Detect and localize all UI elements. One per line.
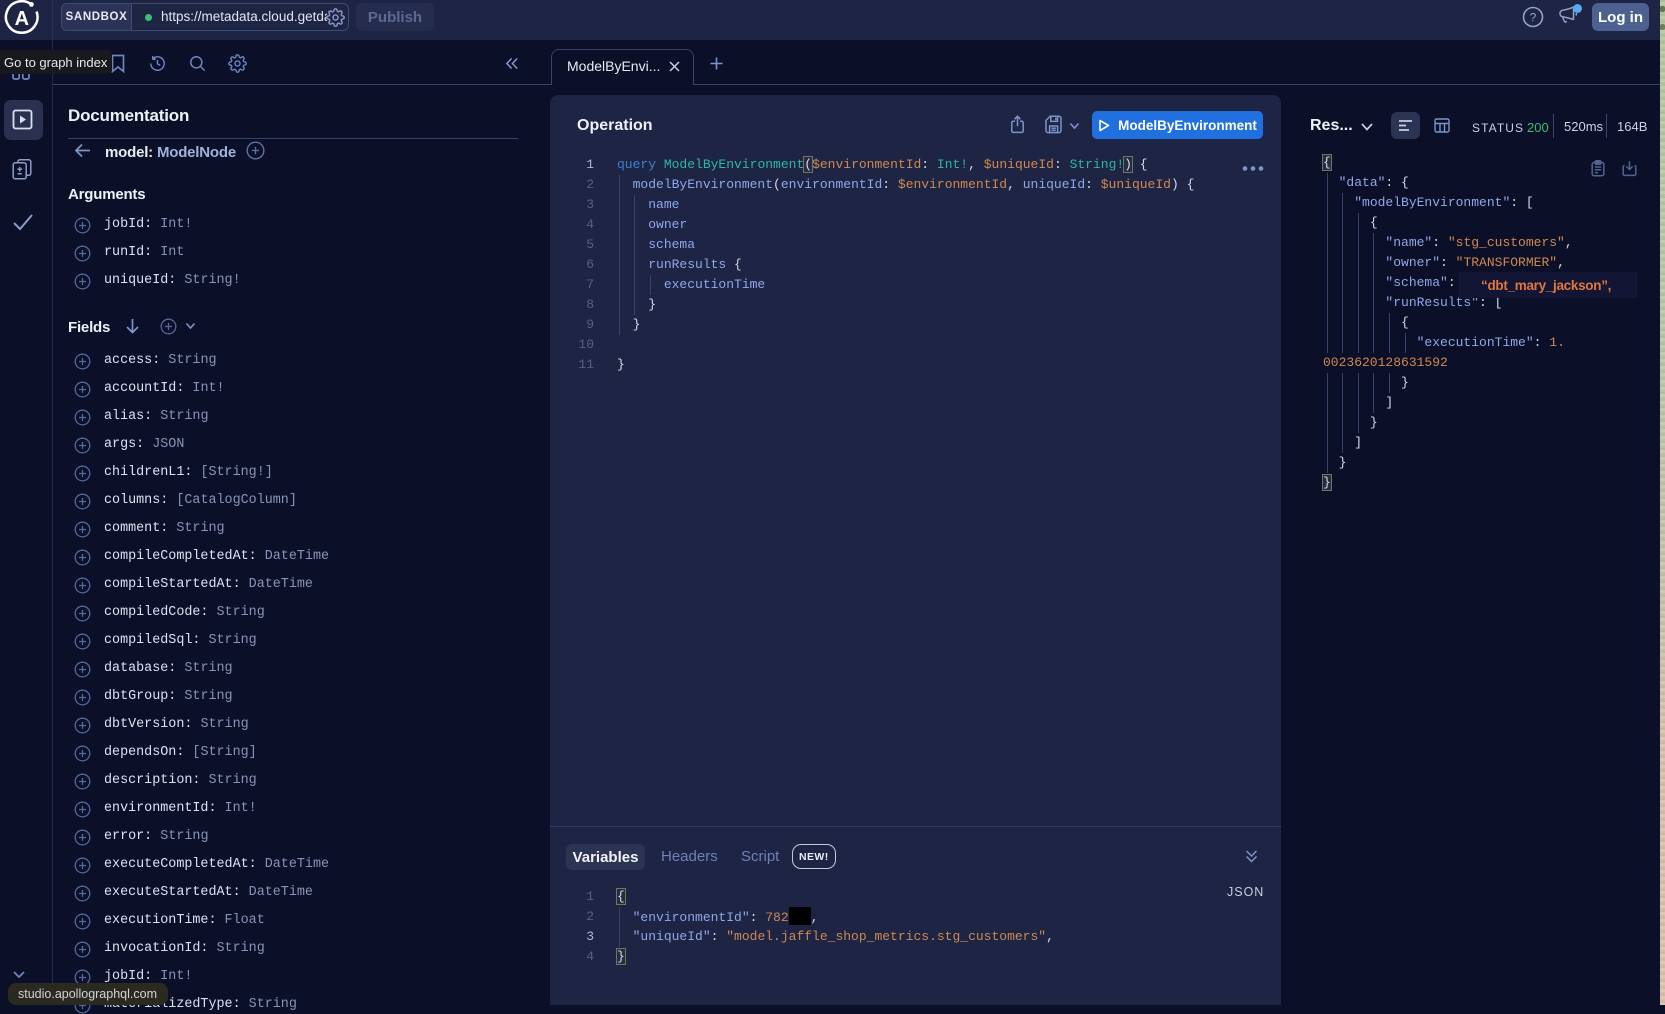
svg-text:A: A xyxy=(15,8,29,30)
svg-text:?: ? xyxy=(1530,11,1537,25)
